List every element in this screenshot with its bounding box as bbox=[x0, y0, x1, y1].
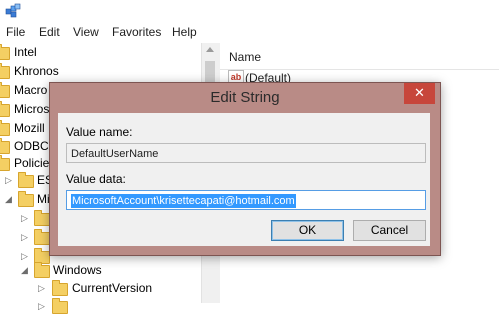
close-icon[interactable]: ✕ bbox=[404, 83, 435, 104]
value-data-input[interactable]: MicrosoftAccount\krisettecapati@hotmail.… bbox=[66, 190, 426, 210]
folder-icon bbox=[34, 262, 50, 278]
value-name-text: DefaultUserName bbox=[71, 148, 159, 160]
folder-icon bbox=[18, 191, 34, 207]
tree-item-label: Macro bbox=[14, 83, 48, 97]
regedit-app-icon bbox=[5, 3, 21, 18]
expand-arrow-icon[interactable]: ▷ bbox=[21, 209, 28, 227]
edit-string-dialog: Edit String ✕ Value name: DefaultUserNam… bbox=[49, 82, 441, 256]
collapse-arrow-icon[interactable]: ◢ bbox=[5, 190, 12, 208]
menu-favorites[interactable]: Favorites bbox=[112, 25, 161, 39]
folder-icon bbox=[34, 229, 50, 245]
menu-view[interactable]: View bbox=[73, 25, 99, 39]
folder-icon bbox=[0, 155, 10, 171]
ok-button[interactable]: OK bbox=[271, 220, 344, 241]
tree-item-label: ODBC bbox=[14, 139, 49, 153]
tree-item-label: Khronos bbox=[14, 64, 59, 78]
dialog-title: Edit String bbox=[210, 89, 280, 106]
folder-icon bbox=[0, 101, 10, 117]
value-data-label: Value data: bbox=[66, 172, 126, 186]
value-name-label: Value name: bbox=[66, 125, 133, 139]
tree-item-label: Intel bbox=[14, 45, 37, 59]
tree-item-label: Micros bbox=[14, 102, 50, 116]
tree-item-khronos[interactable]: Khronos bbox=[0, 62, 201, 80]
scroll-up-arrow-icon[interactable] bbox=[206, 47, 214, 52]
value-data-text: MicrosoftAccount\krisettecapati@hotmail.… bbox=[71, 194, 296, 208]
column-header-name[interactable]: Name bbox=[220, 43, 499, 70]
expand-arrow-icon[interactable]: ▷ bbox=[38, 279, 45, 297]
value-name-field: DefaultUserName bbox=[66, 143, 426, 163]
dialog-body: Value name: DefaultUserName Value data: … bbox=[58, 113, 430, 246]
window-titlebar bbox=[0, 0, 499, 22]
tree-item-label: Policie bbox=[14, 156, 50, 170]
column-header-label: Name bbox=[229, 50, 262, 64]
cancel-button[interactable]: Cancel bbox=[353, 220, 426, 241]
folder-icon bbox=[0, 63, 10, 79]
folder-icon bbox=[18, 172, 34, 188]
tree-item-label: Mi bbox=[37, 192, 50, 206]
folder-icon bbox=[0, 120, 10, 136]
tree-item-child-4[interactable]: ▷ bbox=[0, 297, 201, 315]
tree-item-windows[interactable]: ◢ Windows bbox=[0, 261, 201, 279]
folder-icon bbox=[0, 138, 10, 154]
expand-arrow-icon[interactable]: ▷ bbox=[5, 171, 12, 189]
menu-file[interactable]: File bbox=[6, 25, 25, 39]
menu-help[interactable]: Help bbox=[172, 25, 197, 39]
expand-arrow-icon[interactable]: ▷ bbox=[38, 297, 45, 315]
collapse-arrow-icon[interactable]: ◢ bbox=[21, 261, 28, 279]
menu-edit[interactable]: Edit bbox=[39, 25, 60, 39]
tree-item-label: Mozill bbox=[14, 121, 45, 135]
folder-icon bbox=[52, 280, 68, 296]
tree-item-label: Windows bbox=[53, 263, 102, 277]
tree-item-intel[interactable]: Intel bbox=[0, 43, 201, 61]
folder-icon bbox=[0, 82, 10, 98]
tree-item-label: CurrentVersion bbox=[72, 281, 153, 295]
expand-arrow-icon[interactable]: ▷ bbox=[21, 228, 28, 246]
menu-bar: File Edit View Favorites Help bbox=[0, 22, 499, 43]
tree-item-currentversion[interactable]: ▷ CurrentVersion bbox=[0, 279, 201, 297]
folder-icon bbox=[0, 44, 10, 60]
folder-icon bbox=[34, 210, 50, 226]
